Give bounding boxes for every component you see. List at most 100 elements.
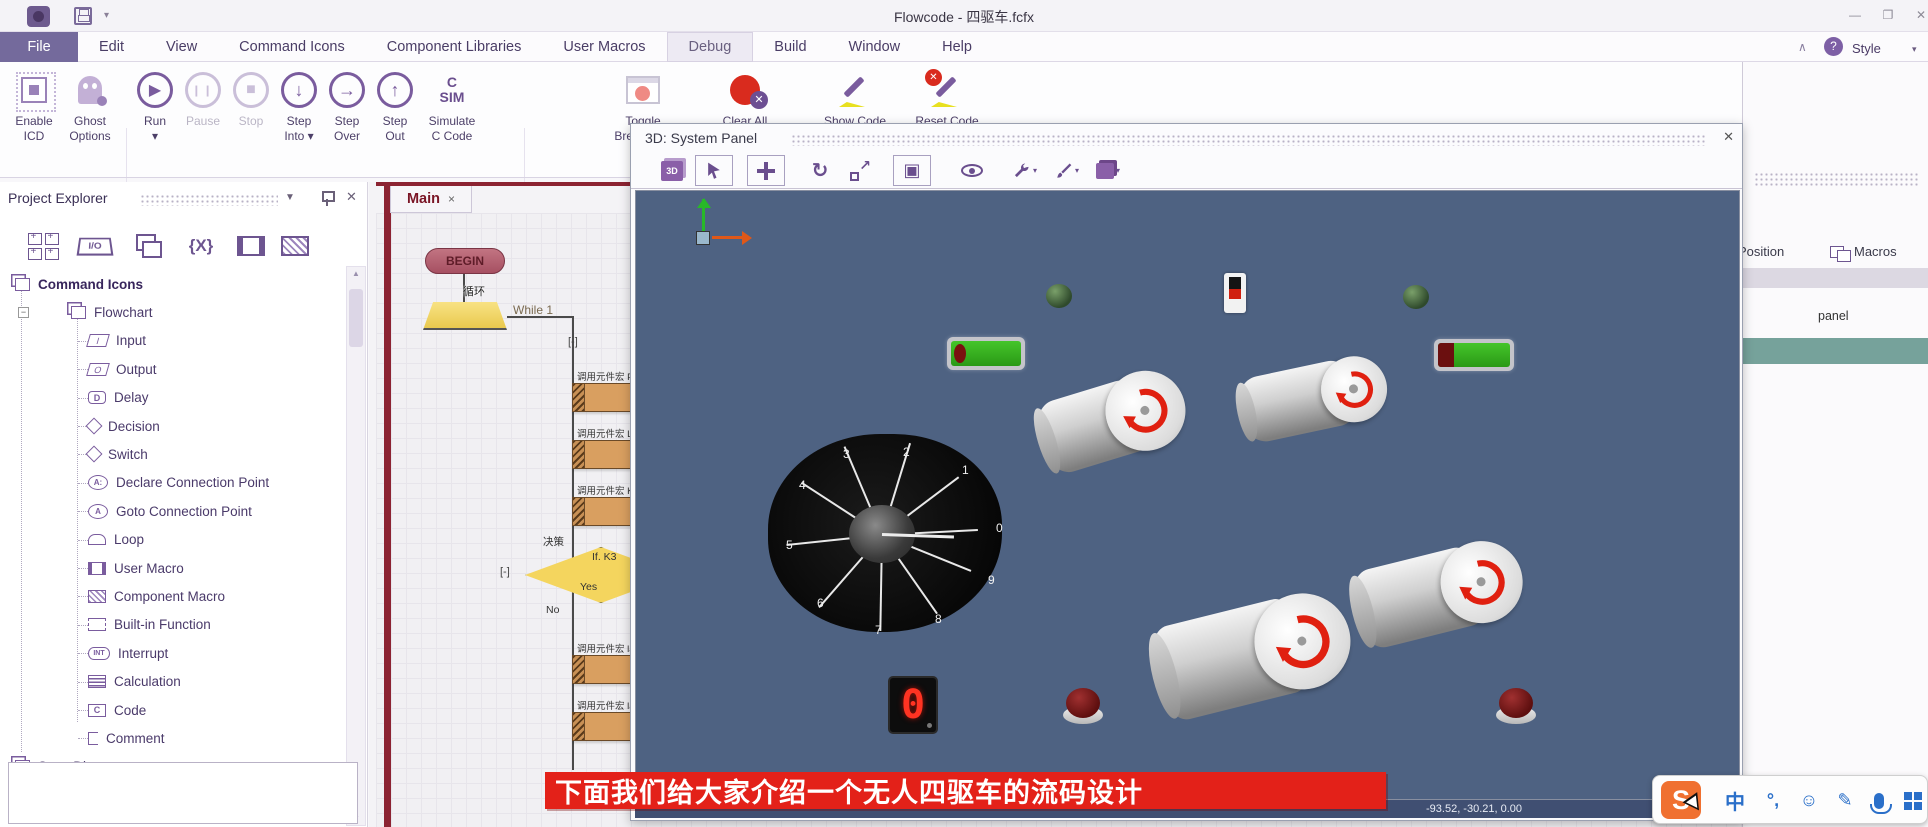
step-button[interactable]: ↑Step Out <box>372 66 418 144</box>
menu-edit[interactable]: Edit <box>78 32 145 62</box>
project-explorer-grip[interactable] <box>140 194 278 206</box>
close-icon[interactable]: ✕ <box>1908 8 1928 22</box>
project-explorer: Project Explorer ▼ ✕ I/O{X} Command Icon… <box>0 182 368 827</box>
expander-icon[interactable]: − <box>18 307 29 318</box>
tab-close-icon[interactable]: × <box>448 192 455 206</box>
slide-switch[interactable] <box>1224 273 1246 313</box>
menu-help[interactable]: Help <box>921 32 993 62</box>
button-label: Pause <box>180 114 226 129</box>
tab-main[interactable]: Main × <box>390 186 472 213</box>
menu-build[interactable]: Build <box>753 32 827 62</box>
button-label: Stop <box>228 114 274 129</box>
step-button[interactable]: →Step Over <box>324 66 370 144</box>
style-button[interactable]: Style <box>1852 41 1881 56</box>
dock-macros-label[interactable]: Macros <box>1854 244 1897 259</box>
3d-panel-close-icon[interactable]: ✕ <box>1723 129 1734 145</box>
scrollbar-thumb[interactable] <box>349 289 363 347</box>
expression-icon[interactable]: {X} <box>180 226 222 266</box>
pen-icon[interactable]: ✎ <box>1829 776 1861 825</box>
tree-item-decision[interactable]: Decision <box>0 412 345 440</box>
3d-panel-grip[interactable] <box>791 134 1706 146</box>
menu-debug[interactable]: Debug <box>667 32 754 62</box>
tree-item-component-macro[interactable]: Component Macro <box>0 582 345 610</box>
run-button[interactable]: ▶Run ▾ <box>132 66 178 144</box>
tree-item-user-macro[interactable]: User Macro <box>0 554 345 582</box>
camera-icon[interactable]: ▣ <box>893 155 931 186</box>
windows-icon[interactable] <box>128 226 170 266</box>
macro-icon[interactable] <box>274 226 316 266</box>
microphone-icon[interactable] <box>1863 776 1895 825</box>
dock-selected-row[interactable] <box>1743 338 1928 364</box>
motor-3 <box>1343 528 1532 659</box>
help-icon[interactable]: ? <box>1824 37 1843 56</box>
punctuation-icon[interactable]: °, <box>1757 776 1789 825</box>
wrench-icon[interactable]: ▾ <box>1005 155 1043 186</box>
io-pins-icon[interactable]: I/O <box>74 226 116 266</box>
tree-guide <box>78 483 88 484</box>
menu-user-macros[interactable]: User Macros <box>542 32 666 62</box>
add-grid-icon[interactable] <box>22 226 64 266</box>
cube3d-icon[interactable]: 3D <box>653 155 691 186</box>
flow-while-node[interactable] <box>423 302 507 330</box>
eye-icon[interactable] <box>953 155 991 186</box>
3d-viewport[interactable]: 01234567890 <box>635 190 1740 800</box>
flow-begin-node[interactable]: BEGIN <box>425 248 505 274</box>
menu-window[interactable]: Window <box>828 32 922 62</box>
tree-guide <box>78 596 88 597</box>
menu-view[interactable]: View <box>145 32 218 62</box>
tree-item-interrupt[interactable]: INTInterrupt <box>0 639 345 667</box>
tree-item-label: Delay <box>114 390 149 405</box>
flow-collapse-bracket[interactable]: [-] <box>568 336 578 348</box>
tree-item-comment[interactable]: Comment <box>0 724 345 752</box>
tree-item-loop[interactable]: Loop <box>0 526 345 554</box>
flow-collapse-bracket[interactable]: [-] <box>500 566 510 578</box>
dock-header-grip[interactable] <box>1754 172 1920 186</box>
project-explorer-menu-icon[interactable]: ▼ <box>285 192 295 203</box>
cursor-icon[interactable] <box>695 155 733 186</box>
pin-icon[interactable] <box>320 190 334 206</box>
tree-item-delay[interactable]: DDelay <box>0 384 345 412</box>
dock-panel-row[interactable]: panel <box>1818 309 1849 323</box>
rotate-icon[interactable]: ↻ <box>801 155 839 186</box>
step-button[interactable]: ↓Step Into ▾ <box>276 66 322 144</box>
tree-item-label: Component Macro <box>114 589 225 604</box>
tree-item-command-icons[interactable]: Command Icons <box>0 270 345 298</box>
chinese-toggle-icon[interactable]: 中 <box>1719 776 1751 825</box>
scale-icon[interactable]: ↗ <box>841 155 879 186</box>
tree-item-goto-connection-point[interactable]: AGoto Connection Point <box>0 497 345 525</box>
box3d-icon[interactable]: ▾ <box>1089 155 1127 186</box>
tree-item-switch[interactable]: Switch <box>0 440 345 468</box>
tree-item-flowchart[interactable]: Flowchart <box>0 298 345 326</box>
tree-item-output[interactable]: OOutput <box>0 355 345 383</box>
minimize-icon[interactable]: — <box>1842 8 1868 22</box>
tree-item-calculation[interactable]: Calculation <box>0 668 345 696</box>
enable-button[interactable]: Enable ICD <box>6 66 62 144</box>
ribbon-collapse-icon[interactable]: ∧ <box>1798 40 1807 54</box>
scroll-up-icon[interactable]: ▲ <box>347 269 365 278</box>
brush-icon[interactable]: ▾ <box>1047 155 1085 186</box>
macros-icon <box>1830 246 1850 261</box>
connection-icon[interactable] <box>230 226 272 266</box>
tree-item-code[interactable]: CCode <box>0 696 345 724</box>
keyboard-grid-icon[interactable] <box>1897 776 1928 825</box>
menu-command-icons[interactable]: Command Icons <box>218 32 366 62</box>
ghost-button[interactable]: Ghost Options <box>60 66 120 144</box>
tree-item-built-in-function[interactable]: Built-in Function <box>0 611 345 639</box>
emoji-icon[interactable]: ☺ <box>1793 776 1825 825</box>
button-label: Ghost Options <box>60 114 120 144</box>
comment-icon <box>88 732 98 745</box>
menu-file[interactable]: File <box>0 32 78 62</box>
project-explorer-close-icon[interactable]: ✕ <box>346 189 357 205</box>
push-button[interactable] <box>1496 688 1536 724</box>
simulate-button[interactable]: CSIMSimulate C Code <box>420 66 484 144</box>
restore-icon[interactable]: ❐ <box>1875 8 1901 22</box>
tree-item-declare-connection-point[interactable]: A:Declare Connection Point <box>0 469 345 497</box>
project-explorer-scrollbar[interactable]: ▲ ▼ <box>346 266 366 826</box>
style-caret-icon[interactable]: ▾ <box>1912 44 1917 55</box>
dial-number-5: 5 <box>786 538 793 552</box>
move-icon[interactable] <box>747 155 785 186</box>
push-button[interactable] <box>1063 688 1103 724</box>
tree-item-input[interactable]: IInput <box>0 327 345 355</box>
menu-component-libraries[interactable]: Component Libraries <box>366 32 543 62</box>
folder-icon <box>66 306 86 319</box>
